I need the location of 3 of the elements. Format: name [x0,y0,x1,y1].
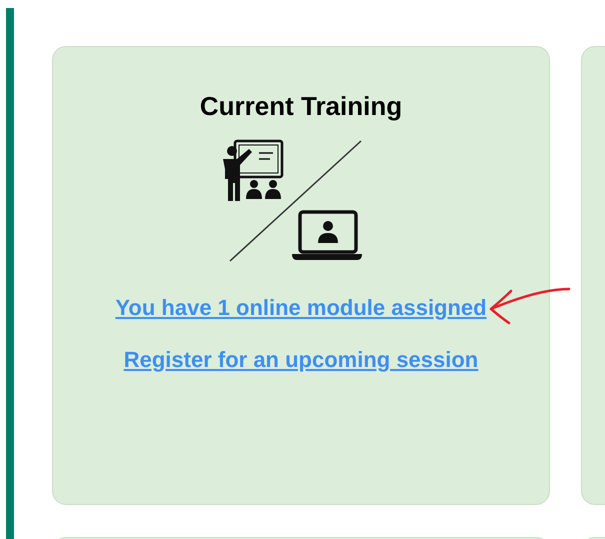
training-link[interactable]: You have 1 online module assigned [115,295,487,321]
training-link[interactable]: Register for an upcoming session [124,347,478,373]
card-title: Current Training [200,91,402,121]
